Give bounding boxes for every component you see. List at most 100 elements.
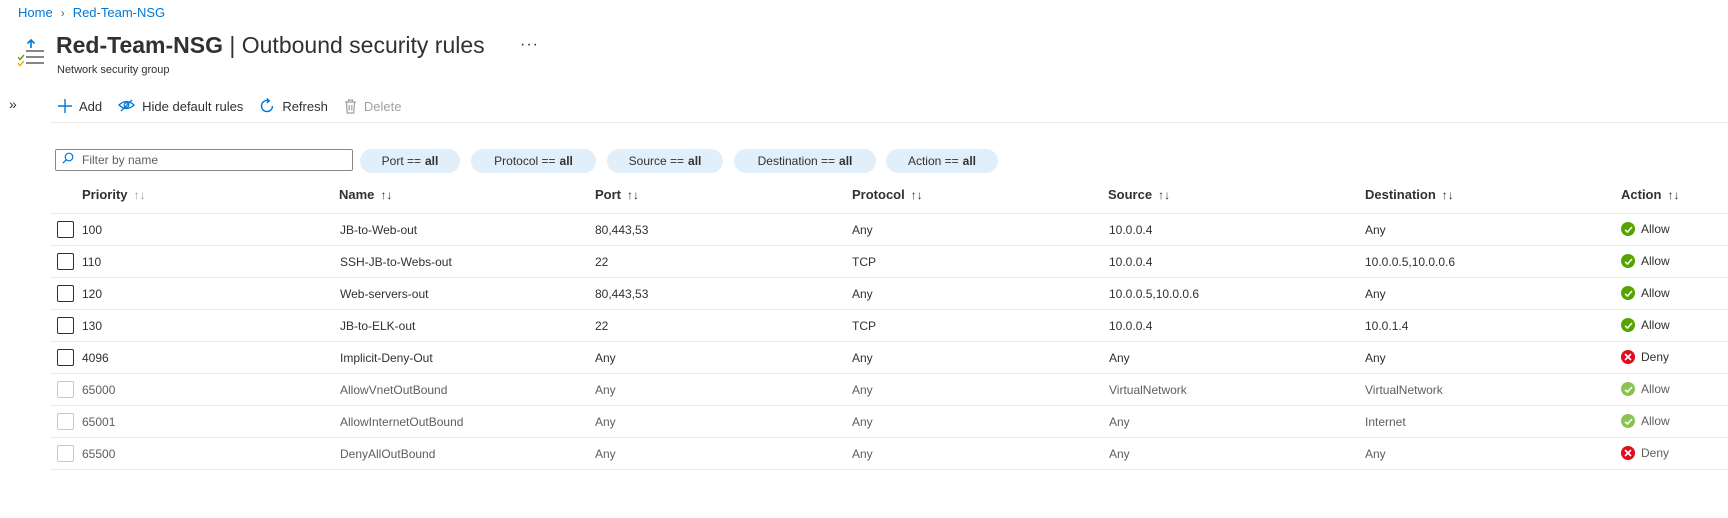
cell-priority: 120 — [82, 287, 103, 301]
action-label: Allow — [1641, 222, 1670, 236]
protocol-filter-pill[interactable]: Protocol == all — [471, 149, 596, 173]
row-select-checkbox — [57, 381, 74, 398]
cell-protocol: Any — [852, 383, 873, 397]
sort-arrows-icon: ↑↓ — [133, 187, 146, 202]
trash-icon — [344, 98, 357, 114]
rule-name-link[interactable]: JB-to-ELK-out — [340, 319, 415, 333]
cell-priority: 110 — [82, 255, 102, 269]
rule-name-link[interactable]: JB-to-Web-out — [340, 223, 417, 237]
column-header-source[interactable]: Source ↑↓ — [1108, 187, 1170, 202]
row-select-checkbox[interactable] — [57, 349, 74, 366]
cell-action: Allow — [1621, 222, 1670, 236]
delete-button[interactable]: Delete — [344, 96, 402, 116]
more-options-icon[interactable]: ··· — [520, 36, 539, 54]
allow-check-icon — [1621, 286, 1635, 300]
expand-sidebar-icon[interactable]: » — [9, 96, 17, 112]
cell-name: AllowVnetOutBound — [340, 383, 448, 397]
cell-priority: 65001 — [82, 415, 116, 429]
allow-check-icon — [1621, 318, 1635, 332]
cell-source: 10.0.0.5,10.0.0.6 — [1109, 287, 1200, 301]
column-header-port[interactable]: Port ↑↓ — [595, 187, 639, 202]
page-title: Red-Team-NSG | Outbound security rules — [56, 32, 485, 58]
rule-name-link[interactable]: Web-servers-out — [340, 287, 428, 301]
table-row[interactable]: 4096 Implicit-Deny-Out Any Any Any Any Deny — [50, 342, 1728, 374]
action-label: Allow — [1641, 414, 1670, 428]
hide-default-rules-label: Hide default rules — [142, 98, 244, 114]
refresh-button-label: Refresh — [282, 98, 328, 114]
column-header-priority[interactable]: Priority ↑↓ — [82, 187, 146, 202]
cell-destination: Any — [1365, 351, 1386, 365]
table-row[interactable]: 120 Web-servers-out 80,443,53 Any 10.0.0.5,1… — [50, 278, 1728, 310]
cell-destination: 10.0.0.5,10.0.0.6 — [1365, 255, 1456, 269]
action-label: Deny — [1641, 350, 1670, 364]
filter-by-name-box[interactable] — [55, 149, 353, 171]
table-row[interactable]: 130 JB-to-ELK-out 22 TCP 10.0.0.4 10.0.1.4 All… — [50, 310, 1728, 342]
cell-action: Allow — [1621, 318, 1670, 332]
table-row[interactable]: 65500 DenyAllOutBound Any Any Any Any Deny — [50, 438, 1728, 470]
column-header-protocol[interactable]: Protocol ↑↓ — [852, 187, 923, 202]
row-select-checkbox[interactable] — [57, 253, 74, 270]
nsg-outbound-rules-icon — [17, 38, 44, 68]
port-filter-pill[interactable]: Port == all — [360, 149, 460, 173]
page-subtitle: Network security group — [57, 64, 170, 76]
table-row[interactable]: 65000 AllowVnetOutBound Any Any VirtualNetwo… — [50, 374, 1728, 406]
destination-filter-pill[interactable]: Destination == all — [734, 149, 876, 173]
action-label: Allow — [1641, 286, 1670, 300]
cell-protocol: Any — [852, 415, 873, 429]
refresh-button[interactable]: Refresh — [259, 96, 328, 116]
breadcrumb-home-link[interactable]: Home — [18, 5, 53, 20]
cell-port: Any — [595, 351, 616, 365]
cell-priority: 4096 — [82, 351, 109, 365]
allow-check-icon — [1621, 414, 1635, 428]
sort-arrows-icon: ↑↓ — [1441, 187, 1454, 202]
table-row[interactable]: 100 JB-to-Web-out 80,443,53 Any 10.0.0.4 Any A… — [50, 214, 1728, 246]
cell-port: Any — [595, 415, 616, 429]
eye-hide-icon — [118, 99, 136, 113]
cell-priority: 65000 — [82, 383, 116, 397]
breadcrumb: Home › Red-Team-NSG — [18, 5, 165, 20]
action-filter-pill[interactable]: Action == all — [886, 149, 998, 173]
cell-source: Any — [1109, 351, 1130, 365]
rule-name-link[interactable]: SSH-JB-to-Webs-out — [340, 255, 452, 269]
cell-port: 22 — [595, 319, 609, 333]
rule-name-link[interactable]: Implicit-Deny-Out — [340, 351, 433, 365]
cell-destination: Any — [1365, 223, 1386, 237]
cell-action: Deny — [1621, 446, 1669, 460]
cell-name: DenyAllOutBound — [340, 447, 436, 461]
filter-by-name-input[interactable] — [80, 152, 344, 168]
table-row[interactable]: 110 SSH-JB-to-Webs-out 22 TCP 10.0.0.4 10.0.0… — [50, 246, 1728, 278]
sort-arrows-icon: ↑↓ — [1158, 187, 1171, 202]
action-label: Allow — [1641, 318, 1670, 332]
cell-source: VirtualNetwork — [1109, 383, 1187, 397]
column-header-name[interactable]: Name ↑↓ — [339, 187, 392, 202]
column-header-action[interactable]: Action ↑↓ — [1621, 187, 1679, 202]
delete-button-label: Delete — [363, 98, 402, 114]
cell-port: 80,443,53 — [595, 287, 649, 301]
row-select-checkbox — [57, 445, 74, 462]
source-filter-pill[interactable]: Source == all — [607, 149, 723, 173]
deny-x-icon — [1621, 350, 1635, 364]
cell-destination: Any — [1365, 287, 1386, 301]
sort-arrows-icon: ↑↓ — [380, 187, 393, 202]
action-label: Deny — [1641, 446, 1670, 460]
allow-check-icon — [1621, 382, 1635, 396]
cell-action: Allow — [1621, 254, 1670, 268]
row-select-checkbox[interactable] — [57, 317, 74, 334]
cell-priority: 65500 — [82, 447, 116, 461]
search-icon — [62, 151, 74, 169]
table-row[interactable]: 65001 AllowInternetOutBound Any Any Any Inter… — [50, 406, 1728, 438]
deny-x-icon — [1621, 446, 1635, 460]
add-button[interactable]: Add — [58, 96, 102, 116]
row-select-checkbox[interactable] — [57, 285, 74, 302]
cell-source: Any — [1109, 415, 1130, 429]
breadcrumb-current-link[interactable]: Red-Team-NSG — [73, 5, 165, 20]
cell-priority: 100 — [82, 223, 103, 237]
cell-action: Allow — [1621, 382, 1670, 396]
hide-default-rules-button[interactable]: Hide default rules — [118, 96, 243, 116]
cell-priority: 130 — [82, 319, 103, 333]
action-label: Allow — [1641, 382, 1670, 396]
column-header-destination[interactable]: Destination ↑↓ — [1365, 187, 1454, 202]
row-select-checkbox[interactable] — [57, 221, 74, 238]
plus-icon — [58, 99, 72, 113]
cell-protocol: Any — [852, 447, 873, 461]
